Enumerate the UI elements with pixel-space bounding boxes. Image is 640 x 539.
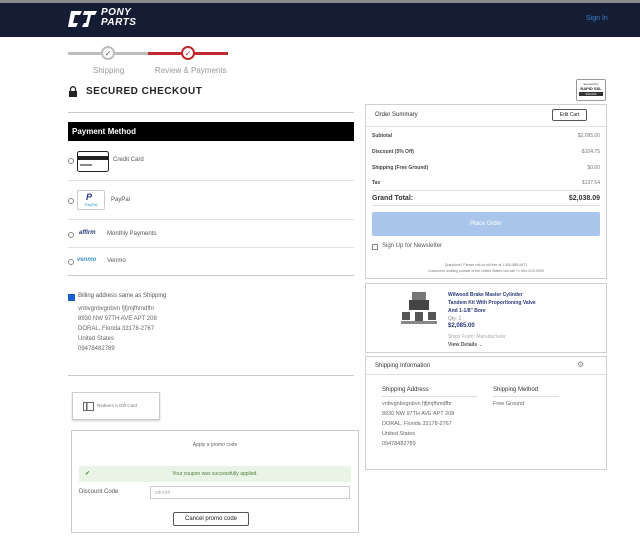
venmo-icon: venmo <box>77 257 97 263</box>
monthly-payments-label[interactable]: Monthly Payments <box>107 231 156 237</box>
cancel-promo-button[interactable]: Cancel promo code <box>173 512 249 526</box>
cart-item-price: $2,085.00 <box>448 323 475 329</box>
subtotal-label: Subtotal <box>372 133 392 139</box>
billing-address-line: 09478482789 <box>78 346 115 352</box>
help-line-2: Customers residing outside of the United… <box>427 269 545 273</box>
billing-address-line: 8930 NW 97TH AVE APT 208 <box>78 316 157 322</box>
venmo-label[interactable]: Venmo <box>107 258 126 264</box>
billing-address-line: United States <box>78 336 115 342</box>
cart-item-name-line: And 1-1/8" Bore <box>448 308 486 314</box>
newsletter-label[interactable]: Sign Up for Newsletter <box>382 243 442 249</box>
newsletter-checkbox[interactable] <box>372 244 378 250</box>
page-title: SECURED CHECKOUT <box>86 86 203 97</box>
paypal-icon: P PayPal <box>77 190 105 210</box>
cart-item-name-line: Tandem Kit With Proportioning Valve <box>448 300 536 306</box>
badge-line-3: $10,000 <box>579 92 603 96</box>
discount-value: -$104.75 <box>580 149 600 155</box>
cart-item-name[interactable]: Wilwood Brake Master Cylinder Tandem Kit… <box>448 291 536 315</box>
step-review-label: Review & Payments <box>155 66 227 75</box>
shipping-address-line: United States <box>382 431 416 437</box>
divider <box>68 247 354 248</box>
tax-label: Tax <box>372 180 381 186</box>
billing-address: vnbvgnbvgnbvn fjfjmjfhmdfhr 8930 NW 97TH… <box>78 304 157 354</box>
radio-monthly-payments[interactable] <box>68 232 74 238</box>
view-details-label: View Details <box>448 342 478 348</box>
cart-item-ships-from: Ships From: Manufacturer <box>448 334 506 340</box>
shipping-address-line: vnbvgnbvgnbvn fjfjmjfhmdfhr <box>382 401 453 407</box>
billing-address-line: DORAL, Florida 33178-2767 <box>78 326 155 332</box>
tax-value: $137.54 <box>581 180 600 186</box>
shipping-cost-label: Shipping (Free Ground) <box>372 165 429 171</box>
divider <box>68 275 354 276</box>
divider <box>68 219 354 220</box>
promo-title: Apply a promo code <box>192 442 238 448</box>
promo-success-message: Your coupon was successfully applied. <box>172 471 258 477</box>
credit-card-label[interactable]: Credit Card <box>113 157 144 163</box>
billing-address-line: vnbvgnbvgnbvn fjfjmjfhmdfhr <box>78 306 155 312</box>
divider <box>366 126 606 127</box>
billing-same-checkbox[interactable] <box>68 294 75 301</box>
divider <box>382 396 477 397</box>
brake-master-cylinder-image-icon[interactable] <box>400 290 438 326</box>
affirm-icon: affirm <box>79 230 96 236</box>
redeem-gift-card-label: Redeem a Gift Card <box>97 403 138 408</box>
shipping-cost-value: $0.00 <box>587 165 600 171</box>
chevron-down-icon: ⌄ <box>478 342 483 348</box>
badge-line-2: RAPID SSL <box>580 86 602 91</box>
divider <box>493 396 559 397</box>
discount-code-input[interactable] <box>150 486 350 499</box>
radio-paypal[interactable] <box>68 198 74 204</box>
divider <box>68 180 354 181</box>
divider <box>366 374 606 375</box>
radio-venmo[interactable] <box>68 259 74 265</box>
step-shipping-label[interactable]: Shipping <box>93 66 124 75</box>
billing-same-label[interactable]: Billing address same as Shipping <box>78 293 166 299</box>
discount-label: Discount (5% Off) <box>372 149 414 155</box>
cart-item-name-line: Wilwood Brake Master Cylinder <box>448 292 523 298</box>
subtotal-value: $2,095.00 <box>577 133 600 139</box>
order-summary-title: Order Summary <box>375 112 418 118</box>
shipping-address: vnbvgnbvgnbvn fjfjmjfhmdfhr 8930 NW 97TH… <box>382 399 454 449</box>
edit-cart-button[interactable]: Edit Cart <box>552 109 587 121</box>
brand-wordmark[interactable]: PONY PARTS <box>101 8 136 28</box>
shipping-address-line: 8930 NW 97TH AVE APT 208 <box>382 411 455 417</box>
sign-in-link[interactable]: Sign In <box>586 15 608 22</box>
place-order-button[interactable]: Place Order <box>372 212 600 236</box>
grand-total-value: $2,038.09 <box>568 195 600 202</box>
gift-card-icon <box>83 402 94 411</box>
cart-item-qty: Qty: 1 <box>448 316 462 322</box>
pony-parts-logo-icon[interactable] <box>68 9 98 29</box>
rapidssl-badge-icon[interactable]: Secured by RAPID SSL $10,000 <box>576 79 606 101</box>
order-summary-panel <box>365 104 607 279</box>
view-details-link[interactable]: View Details ⌄ <box>448 342 483 348</box>
step-shipping-check-icon[interactable]: ✓ <box>101 46 115 60</box>
shipping-info-title: Shipping Information <box>375 363 431 369</box>
payment-method-header: Payment Method <box>68 122 354 141</box>
discount-code-label: Discount Code <box>79 489 119 495</box>
shipping-method-header: Shipping Method <box>493 387 539 393</box>
gear-icon[interactable]: ⚙ <box>577 360 584 369</box>
step-review-check-icon: ✓ <box>181 46 195 60</box>
brand-line-2: PARTS <box>101 17 137 28</box>
grand-total-label: Grand Total: <box>372 195 414 202</box>
help-line-1: Questions? Please call us toll free at 1… <box>444 263 528 267</box>
shipping-method-value: Free Ground <box>493 401 525 407</box>
lock-icon <box>69 86 77 97</box>
radio-credit-card[interactable] <box>68 158 74 164</box>
shipping-address-header: Shipping Address <box>382 387 429 393</box>
shipping-address-line: DORAL, Florida 33178-2767 <box>382 421 452 427</box>
divider <box>372 190 600 191</box>
paypal-label[interactable]: PayPal <box>111 197 130 203</box>
divider <box>372 205 600 206</box>
credit-card-icon <box>77 151 109 172</box>
promo-code-panel: Apply a promo code ✔ Your coupon was suc… <box>71 430 359 533</box>
divider <box>68 112 354 113</box>
shipping-address-line: 09478482789 <box>382 441 416 447</box>
paypal-icon-text: PayPal <box>84 202 98 207</box>
promo-success-alert: ✔ Your coupon was successfully applied. <box>79 466 351 482</box>
divider <box>68 375 354 376</box>
redeem-gift-card-button[interactable]: Redeem a Gift Card <box>72 392 160 420</box>
